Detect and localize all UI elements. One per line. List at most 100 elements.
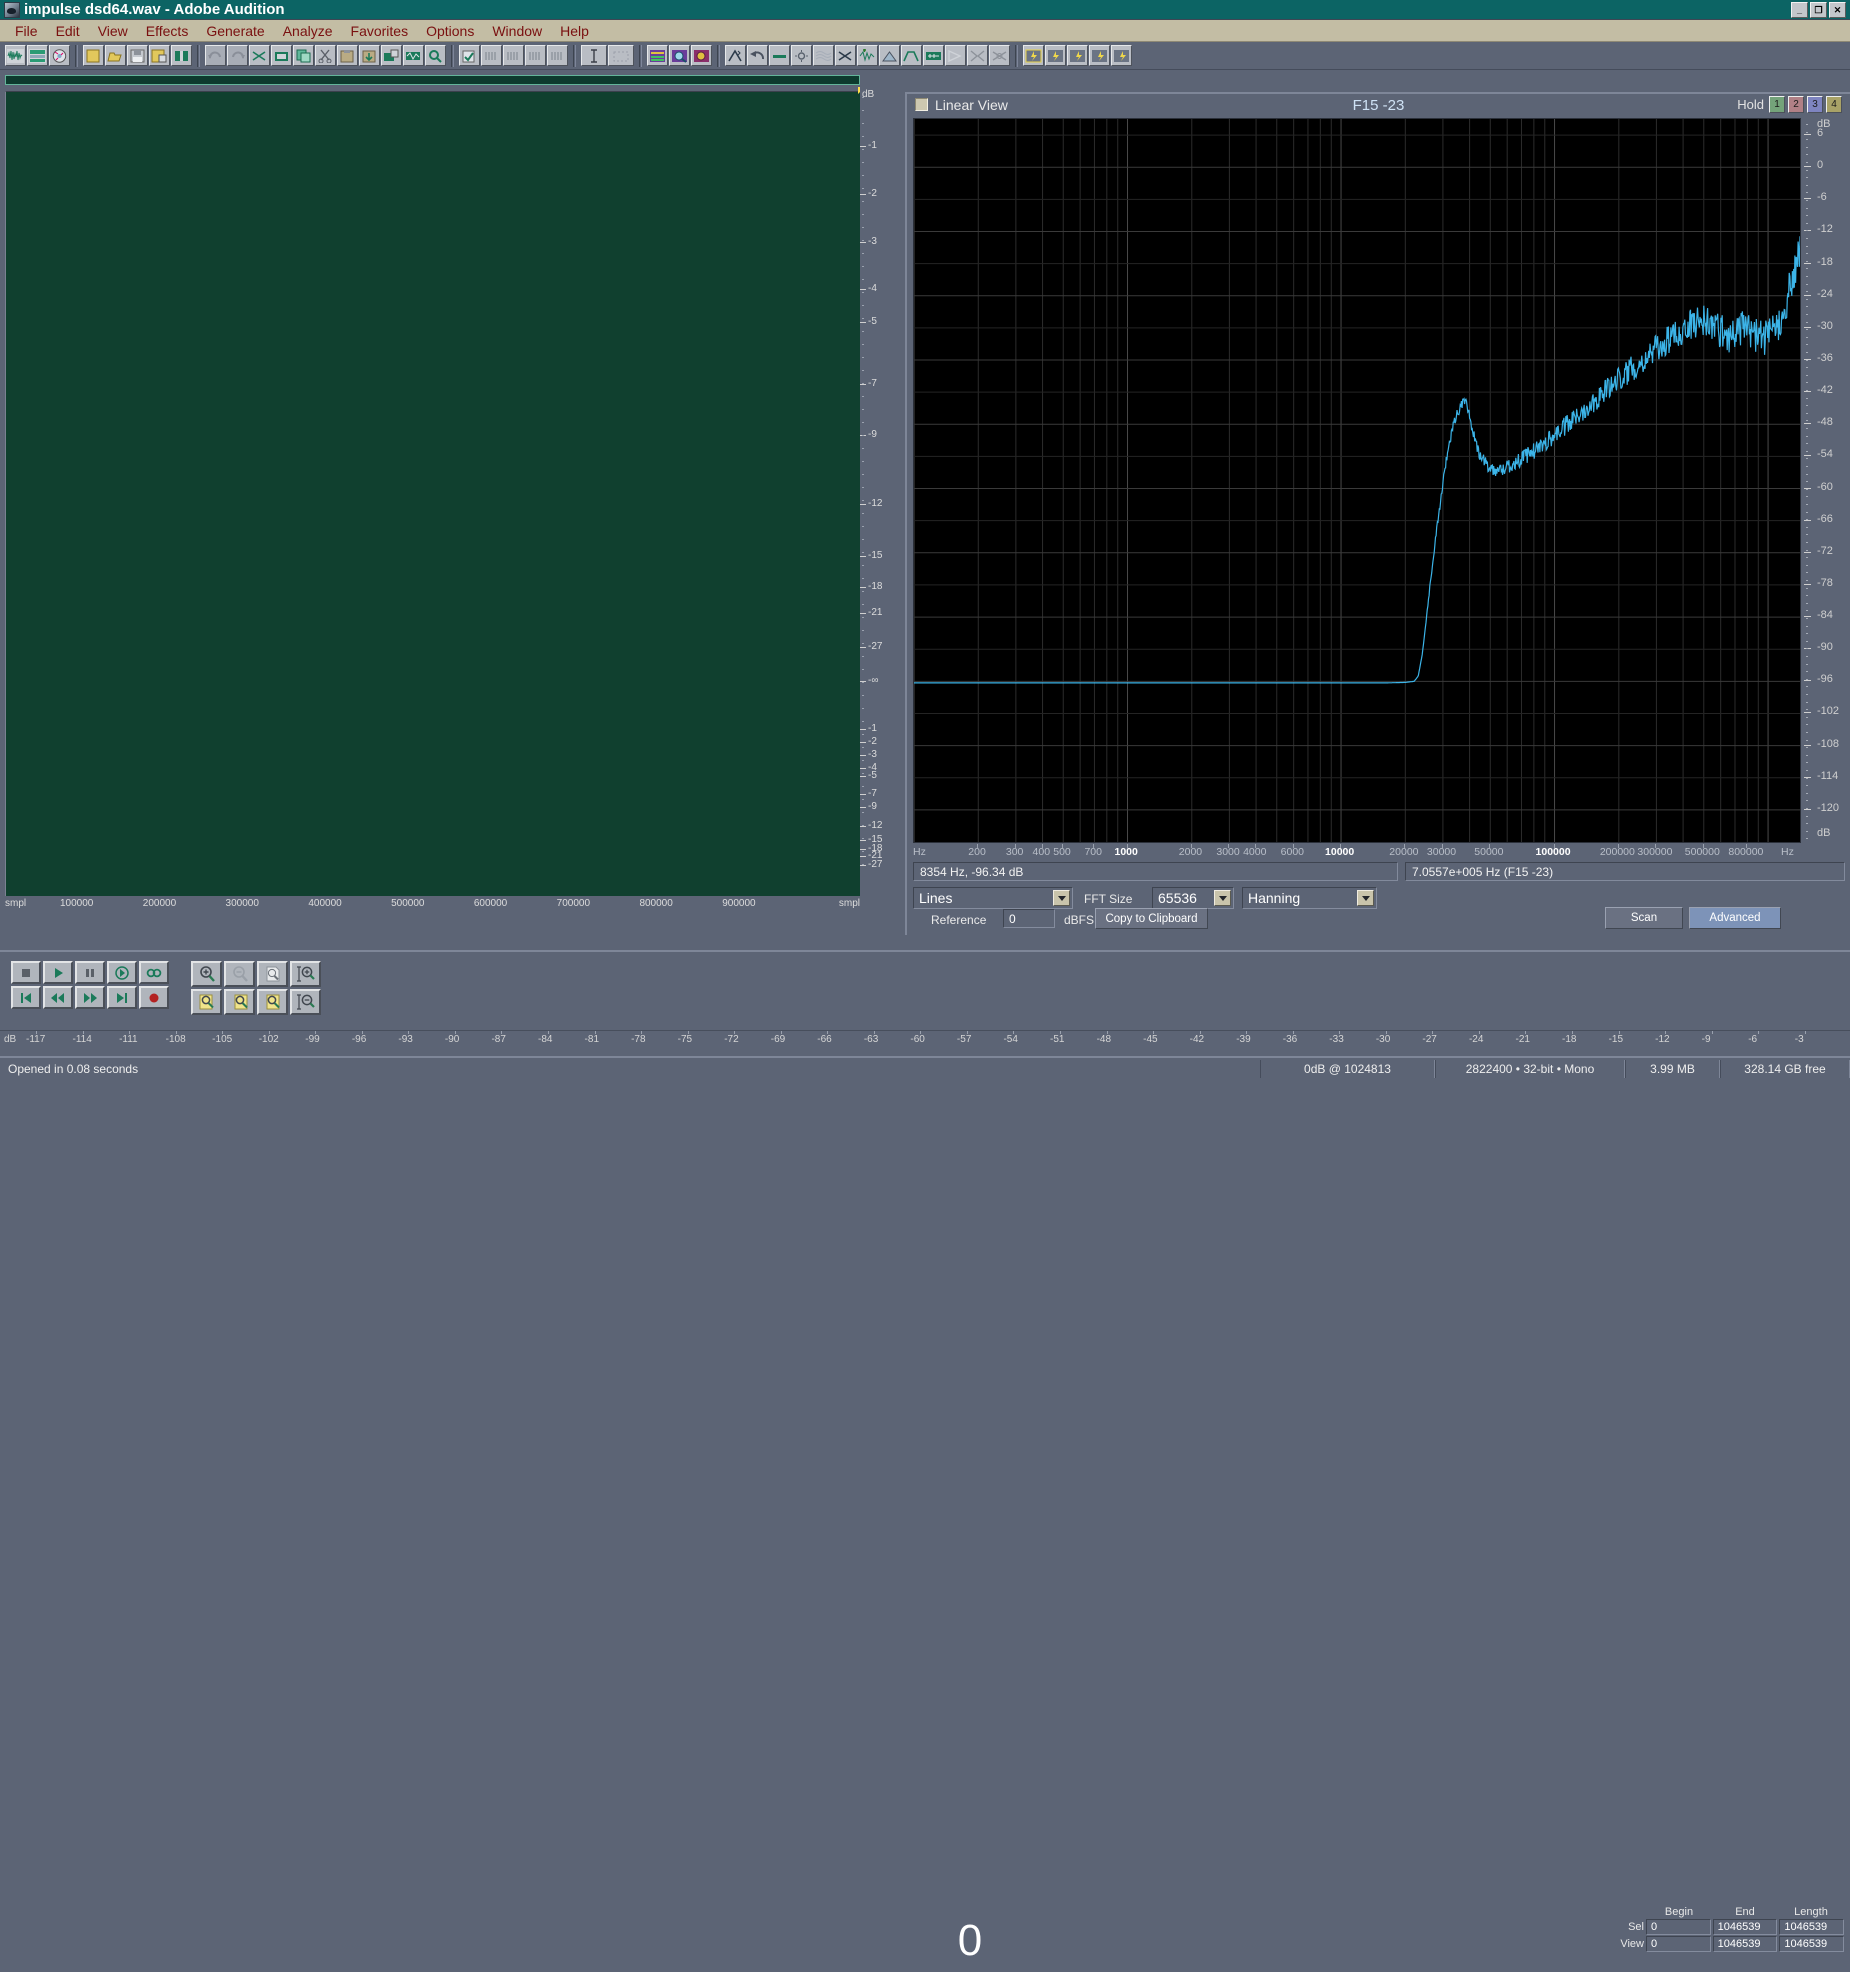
- fav-3-icon[interactable]: [1067, 45, 1088, 66]
- advanced-button[interactable]: Advanced: [1689, 907, 1781, 929]
- menu-generate[interactable]: Generate: [197, 21, 273, 41]
- menu-edit[interactable]: Edit: [47, 21, 89, 41]
- open-file-icon[interactable]: [105, 45, 126, 66]
- marquee-select-icon[interactable]: [608, 45, 634, 66]
- sel-length-field[interactable]: 1046539: [1779, 1919, 1845, 1935]
- minimize-button[interactable]: _: [1791, 1, 1808, 18]
- cd-view-icon[interactable]: [49, 45, 70, 66]
- stereo-field-icon[interactable]: [967, 45, 988, 66]
- menu-window[interactable]: Window: [483, 21, 551, 41]
- zoom-out-vertical-icon[interactable]: [290, 989, 321, 1015]
- undo-icon[interactable]: [205, 45, 226, 66]
- go-to-beginning-button[interactable]: [11, 986, 41, 1009]
- fav-2-icon[interactable]: [1045, 45, 1066, 66]
- sel-end-field[interactable]: 1046539: [1712, 1919, 1778, 1935]
- go-to-end-button[interactable]: [107, 986, 137, 1009]
- level-meter-scale[interactable]: dB -117 -114 -111 -108 -105 -102 -99 -96 -93 -90 -…: [0, 1030, 1850, 1052]
- amplify-icon[interactable]: [725, 45, 746, 66]
- sel-begin-field[interactable]: 0: [1646, 1919, 1711, 1935]
- menu-view[interactable]: View: [89, 21, 137, 41]
- fft-size-combo[interactable]: 65536: [1152, 887, 1234, 909]
- waveform-horizontal-scrollbar[interactable]: [5, 75, 860, 85]
- undo-effect-icon[interactable]: [747, 45, 768, 66]
- window-function-combo[interactable]: Hanning: [1242, 887, 1377, 909]
- spectral-display-icon[interactable]: [647, 45, 668, 66]
- copy-icon[interactable]: [293, 45, 314, 66]
- waveform-db-ruler[interactable]: dB -1 -2 -3 -4 -5 -7 -9 -12 -15 -18 -21 -27 -∞ -27 -21…: [860, 87, 905, 897]
- normalize-icon[interactable]: [769, 45, 790, 66]
- waveform-display[interactable]: [5, 91, 860, 896]
- zoom-spectral-icon[interactable]: [669, 45, 690, 66]
- fav-4-icon[interactable]: [1089, 45, 1110, 66]
- zoom-out-horizontal-icon[interactable]: [224, 961, 255, 987]
- spectrum-graph[interactable]: [913, 118, 1801, 843]
- fav-1-icon[interactable]: [1023, 45, 1044, 66]
- scan-button[interactable]: Scan: [1605, 907, 1683, 929]
- waveform-view-icon[interactable]: [5, 45, 26, 66]
- copy-to-clipboard-button[interactable]: Copy to Clipboard: [1095, 908, 1208, 929]
- fast-forward-button[interactable]: [75, 986, 105, 1009]
- search-icon[interactable]: [425, 45, 446, 66]
- cut-marquee-icon[interactable]: [249, 45, 270, 66]
- stop-button[interactable]: [11, 961, 41, 984]
- display-mode-combo[interactable]: Lines: [913, 887, 1073, 909]
- zoom-to-selection-icon[interactable]: [257, 989, 288, 1015]
- noise-gate-icon[interactable]: [835, 45, 856, 66]
- mix-paste-icon[interactable]: [359, 45, 380, 66]
- menu-file[interactable]: File: [6, 21, 47, 41]
- multitrack-view-icon[interactable]: [27, 45, 48, 66]
- marker-list-2-icon[interactable]: [525, 45, 546, 66]
- time-select-icon[interactable]: [581, 45, 607, 66]
- view-begin-field[interactable]: 0: [1646, 1936, 1711, 1952]
- zoom-full-icon[interactable]: [257, 961, 288, 987]
- menu-favorites[interactable]: Favorites: [342, 21, 418, 41]
- menu-effects[interactable]: Effects: [137, 21, 198, 41]
- zoom-to-selection-left-icon[interactable]: [191, 989, 222, 1015]
- chevron-down-icon[interactable]: [1214, 890, 1231, 906]
- snap-icon[interactable]: [481, 45, 502, 66]
- waveform-sample-ruler[interactable]: smpl smpl 100000 200000 300000 400000 500000…: [5, 896, 860, 912]
- pause-button[interactable]: [75, 961, 105, 984]
- pitch-icon[interactable]: [923, 45, 944, 66]
- zoom-in-vertical-icon[interactable]: [290, 961, 321, 987]
- paste-to-new-icon[interactable]: [381, 45, 402, 66]
- menu-analyze[interactable]: Analyze: [274, 21, 342, 41]
- scissors-icon[interactable]: [315, 45, 336, 66]
- hold-button-2[interactable]: 2: [1788, 96, 1804, 113]
- fav-5-icon[interactable]: [1111, 45, 1132, 66]
- zoom-to-selection-right-icon[interactable]: [224, 989, 255, 1015]
- play-button[interactable]: [43, 961, 73, 984]
- save-icon[interactable]: [127, 45, 148, 66]
- close-file-icon[interactable]: [171, 45, 192, 66]
- envelope-icon[interactable]: [901, 45, 922, 66]
- paste-icon[interactable]: [337, 45, 358, 66]
- hold-button-1[interactable]: 1: [1769, 96, 1785, 113]
- view-end-field[interactable]: 1046539: [1712, 1936, 1778, 1952]
- dynamics-icon[interactable]: [791, 45, 812, 66]
- noise-reduction-icon[interactable]: [403, 45, 424, 66]
- maximize-button[interactable]: ❐: [1810, 1, 1827, 18]
- fft-filter-icon[interactable]: [813, 45, 834, 66]
- view-length-field[interactable]: 1046539: [1779, 1936, 1845, 1952]
- channel-mixer-icon[interactable]: [989, 45, 1010, 66]
- save-as-icon[interactable]: [149, 45, 170, 66]
- hold-button-3[interactable]: 3: [1807, 96, 1823, 113]
- record-button[interactable]: [139, 986, 169, 1009]
- marker-list-3-icon[interactable]: [547, 45, 568, 66]
- trim-icon[interactable]: [271, 45, 292, 66]
- menu-options[interactable]: Options: [417, 21, 483, 41]
- loop-button[interactable]: [139, 961, 169, 984]
- reverb-icon[interactable]: [879, 45, 900, 66]
- zero-cross-icon[interactable]: [459, 45, 480, 66]
- delay-icon[interactable]: [857, 45, 878, 66]
- flange-icon[interactable]: [945, 45, 966, 66]
- spectrum-plot-area[interactable]: [913, 118, 1801, 843]
- zoom-in-horizontal-icon[interactable]: [191, 961, 222, 987]
- hold-button-4[interactable]: 4: [1826, 96, 1842, 113]
- pan-spectral-icon[interactable]: [691, 45, 712, 66]
- redo-icon[interactable]: [227, 45, 248, 66]
- reference-input[interactable]: 0: [1003, 909, 1055, 928]
- menu-help[interactable]: Help: [551, 21, 598, 41]
- chevron-down-icon[interactable]: [1357, 890, 1374, 906]
- chevron-down-icon[interactable]: [1053, 890, 1070, 906]
